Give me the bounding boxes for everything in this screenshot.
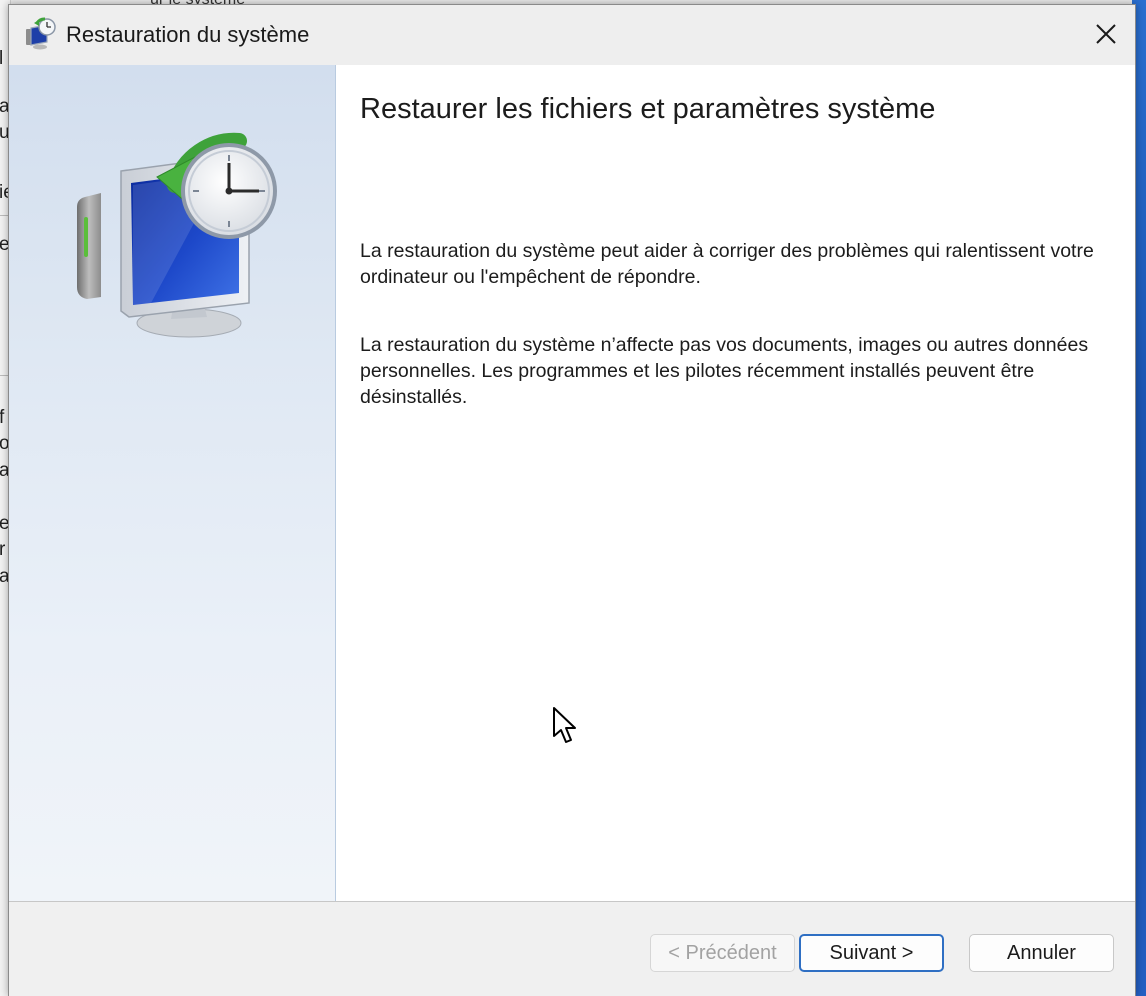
system-restore-dialog: Restauration du système Restaurer les fi… bbox=[8, 4, 1136, 996]
close-icon bbox=[1096, 24, 1116, 44]
mouse-cursor-icon bbox=[553, 707, 576, 743]
next-button[interactable]: Suivant > bbox=[799, 934, 944, 972]
button-bar: < Précédent Suivant > Annuler bbox=[9, 901, 1135, 996]
description-paragraph: La restauration du système peut aider à … bbox=[360, 240, 1094, 288]
previous-button[interactable]: < Précédent bbox=[650, 934, 795, 972]
page-heading: Restaurer les fichiers et paramètres sys… bbox=[360, 93, 936, 125]
description-paragraph: La restauration du système n’affecte pas… bbox=[360, 334, 1089, 408]
sidebar-panel bbox=[9, 65, 336, 901]
content-panel: Restaurer les fichiers et paramètres sys… bbox=[336, 65, 1135, 901]
system-restore-icon bbox=[23, 17, 57, 51]
close-button[interactable] bbox=[1077, 5, 1135, 63]
background-text: r bbox=[0, 539, 5, 561]
system-restore-monitor-clock-icon bbox=[77, 132, 277, 338]
dialog-title: Restauration du système bbox=[66, 22, 310, 47]
title-bar[interactable]: Restauration du système bbox=[9, 5, 1135, 65]
background-text: l bbox=[0, 48, 3, 70]
cancel-button[interactable]: Annuler bbox=[969, 934, 1114, 972]
background-text: f bbox=[0, 407, 4, 429]
